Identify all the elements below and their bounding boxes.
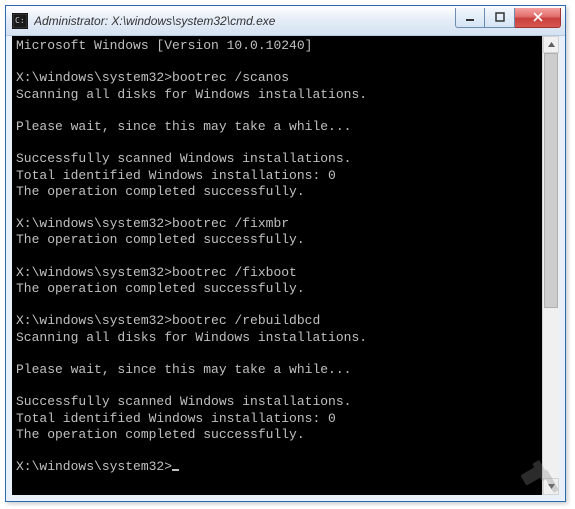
cursor [172, 469, 179, 471]
scroll-track[interactable] [543, 53, 559, 478]
terminal-output[interactable]: Microsoft Windows [Version 10.0.10240] X… [12, 36, 542, 495]
client-area: Microsoft Windows [Version 10.0.10240] X… [12, 36, 559, 495]
cmd-window: C: Administrator: X:\windows\system32\cm… [5, 5, 566, 502]
maximize-button[interactable] [485, 8, 515, 28]
window-title: Administrator: X:\windows\system32\cmd.e… [34, 14, 455, 28]
close-button[interactable] [515, 8, 561, 28]
window-controls [455, 8, 561, 28]
minimize-button[interactable] [455, 8, 485, 28]
svg-text:C:: C: [15, 16, 25, 25]
scroll-down-button[interactable] [543, 478, 559, 495]
scroll-up-button[interactable] [543, 36, 559, 53]
scrollbar[interactable] [542, 36, 559, 495]
titlebar[interactable]: C: Administrator: X:\windows\system32\cm… [6, 6, 565, 36]
scroll-thumb[interactable] [544, 53, 558, 308]
cmd-icon: C: [12, 13, 28, 29]
